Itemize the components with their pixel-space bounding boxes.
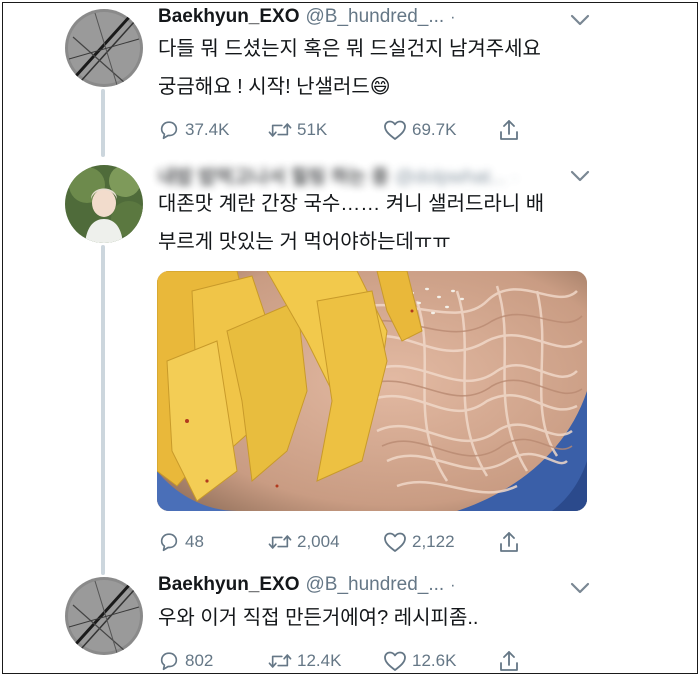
- like-count: 69.7K: [412, 120, 457, 139]
- chevron-down-icon[interactable]: [569, 169, 591, 183]
- display-name[interactable]: Baekhyun_EXO: [158, 574, 300, 596]
- retweet-icon: [268, 535, 292, 549]
- tweet-text: 우와 이거 직접 만든거에여? 레시피좀..: [158, 599, 588, 637]
- retweet-icon: [268, 654, 292, 668]
- reply-icon: [160, 533, 178, 552]
- heart-icon: [384, 532, 406, 552]
- avatar[interactable]: [65, 9, 143, 87]
- share-icon: [500, 532, 518, 552]
- retweet-count: 12.4K: [297, 651, 342, 670]
- avatar[interactable]: [65, 165, 143, 243]
- retweet-count: 51K: [297, 120, 328, 139]
- tweet-photo[interactable]: [157, 271, 587, 511]
- share-button[interactable]: [498, 529, 520, 555]
- retweet-button[interactable]: 2,004: [268, 529, 340, 555]
- heart-icon: [384, 120, 406, 140]
- tweet-header: Baekhyun_EXO @B_hundred_... ·: [158, 574, 456, 602]
- tweet-text: 다들 뭐 드셨는지 혹은 뭐 드실건지 남겨주세요 궁금해요 ! 시작! 난샐러…: [158, 30, 588, 106]
- retweet-button[interactable]: 12.4K: [268, 648, 342, 673]
- separator-dot: ·: [450, 9, 456, 26]
- separator-dot: ·: [450, 577, 456, 594]
- chevron-down-icon[interactable]: [569, 13, 591, 27]
- display-name[interactable]: Baekhyun_EXO: [158, 6, 300, 28]
- retweet-button[interactable]: 51K: [268, 117, 327, 143]
- reply-count: 37.4K: [185, 120, 230, 139]
- avatar[interactable]: [65, 577, 143, 655]
- tweet-text-line: 부르게 맛있는 거 먹어야하는데ㅠㅠ: [158, 231, 451, 253]
- share-button[interactable]: [498, 648, 520, 673]
- like-button[interactable]: 2,122: [383, 529, 455, 555]
- tweet-text-line: 궁금해요 ! 시작! 난샐러드😄: [158, 76, 391, 98]
- like-button[interactable]: 12.6K: [383, 648, 457, 673]
- tweet-thread: Baekhyun_EXO @B_hundred_... · 다들 뭐 드셨는지 …: [2, 2, 698, 674]
- reply-icon: [160, 121, 178, 140]
- heart-icon: [384, 651, 406, 671]
- like-count: 12.6K: [412, 651, 457, 670]
- reply-count: 48: [185, 532, 204, 551]
- tweet-text-line: 우와 이거 직접 만든거에여? 레시피좀..: [158, 607, 479, 629]
- retweet-count: 2,004: [297, 532, 340, 551]
- reply-icon: [160, 652, 178, 671]
- share-icon: [500, 120, 518, 140]
- user-handle[interactable]: @B_hundred_...: [306, 574, 445, 596]
- user-handle[interactable]: @B_hundred_...: [306, 6, 445, 28]
- tweet-text-line: 다들 뭐 드셨는지 혹은 뭐 드실건지 남겨주세요: [158, 38, 541, 60]
- chevron-down-icon[interactable]: [569, 581, 591, 595]
- retweet-icon: [268, 123, 292, 137]
- noodle-photo: [157, 271, 587, 511]
- reply-button[interactable]: 37.4K: [158, 117, 229, 143]
- share-button[interactable]: [498, 117, 520, 143]
- thread-connector-1: [101, 89, 105, 157]
- tweet-actions: 48 2,004 2,122: [158, 529, 558, 555]
- like-button[interactable]: 69.7K: [383, 117, 456, 143]
- thread-connector-2: [101, 245, 105, 575]
- reply-button[interactable]: 802: [158, 648, 214, 673]
- tweet-actions: 37.4K 51K 69.7K: [158, 117, 558, 143]
- reply-button[interactable]: 48: [158, 529, 204, 555]
- like-count: 2,122: [412, 532, 455, 551]
- tweet-text: 대존맛 계란 간장 국수…… 켜니 샐러드라니 배 부르게 맛있는 거 먹어야하…: [158, 185, 588, 261]
- share-icon: [500, 651, 518, 671]
- reply-count: 802: [185, 651, 214, 670]
- tweet-text-line: 대존맛 계란 간장 국수…… 켜니 샐러드라니 배: [158, 193, 545, 215]
- tweet-actions: 802 12.4K 12.6K: [158, 648, 558, 673]
